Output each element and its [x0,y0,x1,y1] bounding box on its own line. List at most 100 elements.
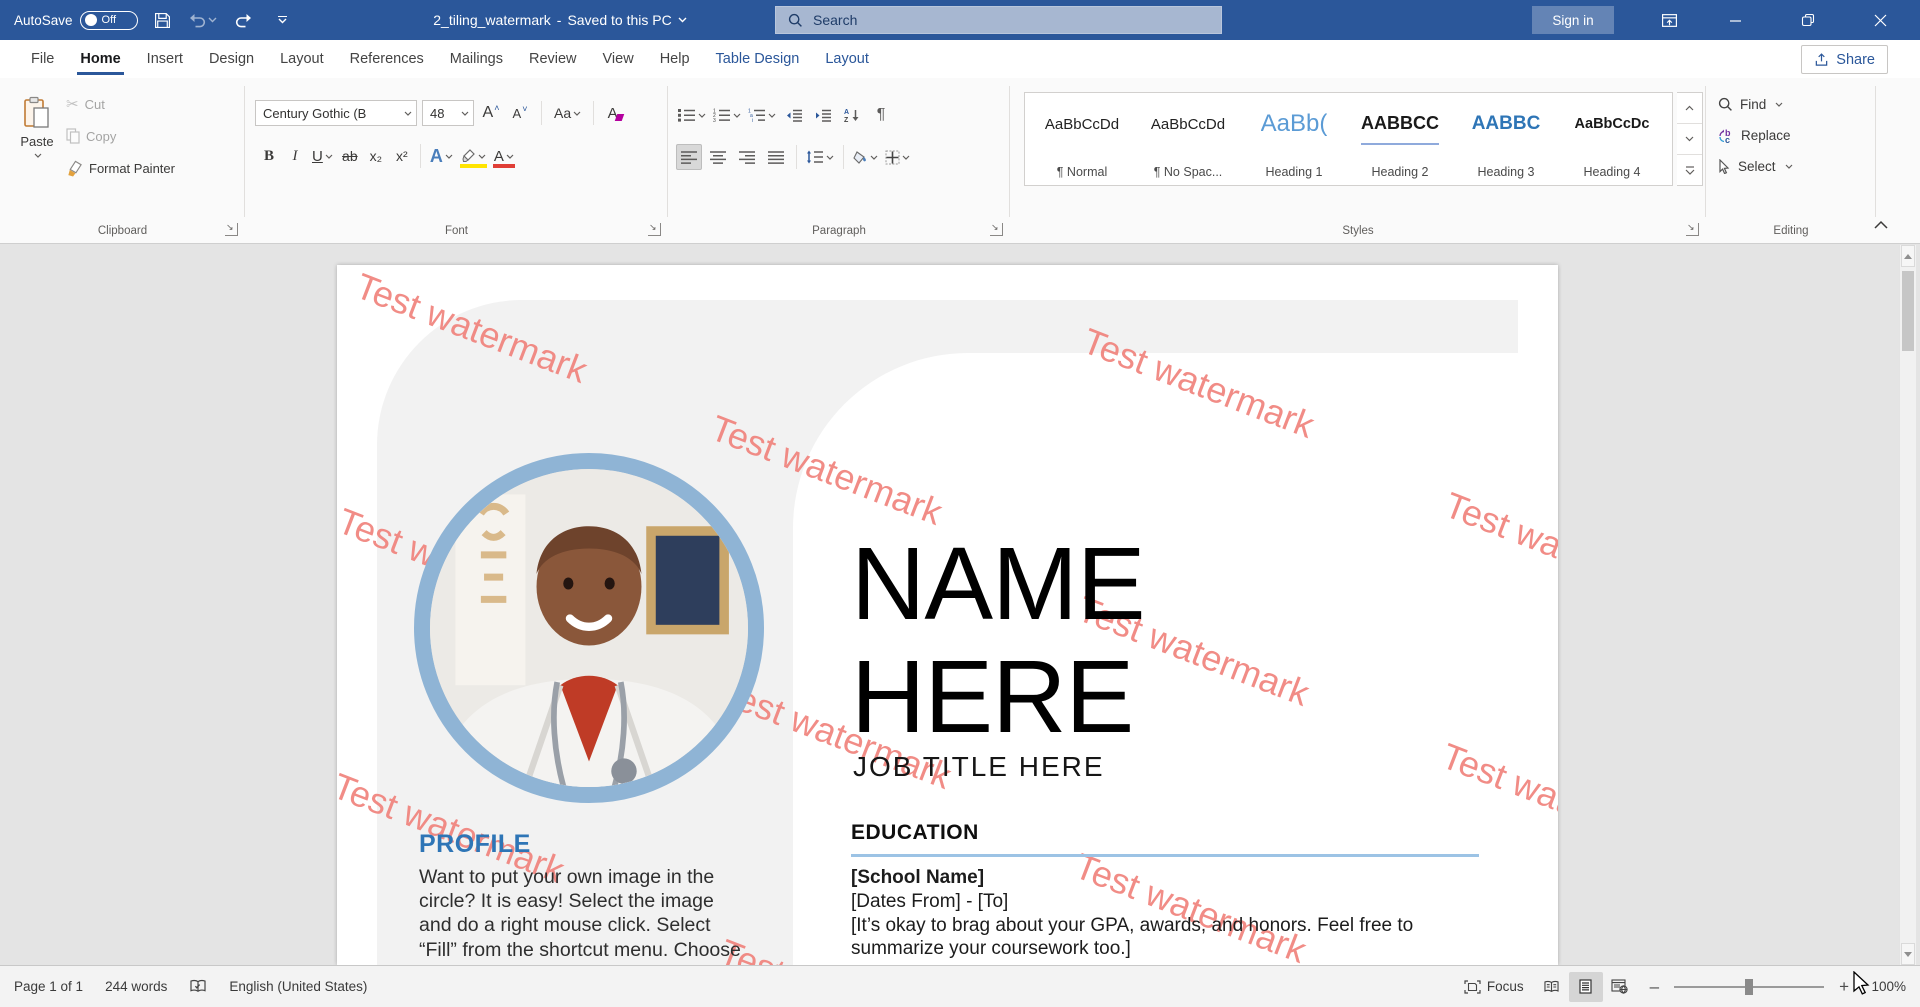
justify-button[interactable] [763,144,789,170]
profile-heading[interactable]: PROFILE [419,830,531,859]
decrease-indent-button[interactable] [781,102,807,128]
education-heading[interactable]: EDUCATION [851,821,979,845]
tab-review[interactable]: Review [516,40,590,78]
style--no-spac-[interactable]: AaBbCcDd¶ No Spac... [1137,99,1239,181]
scrollbar-thumb[interactable] [1902,271,1914,351]
education-description[interactable]: [It’s okay to brag about your GPA, award… [851,914,1413,960]
copy-button[interactable]: Copy [66,124,175,148]
styles-dialog-launcher[interactable] [1686,223,1699,236]
align-left-button[interactable] [676,144,702,170]
word-count[interactable]: 244 words [94,966,178,1007]
tab-help[interactable]: Help [647,40,703,78]
select-button[interactable]: Select [1718,154,1793,179]
vertical-scrollbar[interactable] [1899,245,1916,965]
show-hide-formatting-button[interactable]: ¶ [868,102,894,128]
shrink-font-button[interactable]: A ˅ [508,100,532,126]
scroll-down-button[interactable] [1901,943,1915,965]
styles-scroll-up-button[interactable] [1677,93,1702,123]
line-spacing-button[interactable] [804,144,836,170]
share-button[interactable]: Share [1801,45,1888,74]
minimize-button[interactable] [1713,0,1758,40]
underline-button[interactable]: U [309,143,336,169]
multilevel-list-button[interactable]: 1ai [746,102,778,128]
scroll-up-button[interactable] [1901,245,1915,267]
paragraph-dialog-launcher[interactable] [990,223,1003,236]
subscript-button[interactable]: x₂ [364,143,388,169]
bullets-button[interactable] [676,102,708,128]
proofing-status[interactable] [178,966,218,1007]
sign-in-button[interactable]: Sign in [1532,6,1614,34]
paste-button[interactable]: Paste [14,88,60,196]
shading-button[interactable] [851,144,880,170]
change-case-button[interactable]: Aa [551,100,584,126]
tab-references[interactable]: References [337,40,437,78]
font-dialog-launcher[interactable] [648,223,661,236]
style-heading-4[interactable]: AaBbCcDcHeading 4 [1561,99,1663,181]
profile-paragraph[interactable]: Want to put your own image in the circle… [419,865,741,965]
read-mode-button[interactable] [1535,972,1569,1002]
profile-photo[interactable] [414,453,764,803]
zoom-slider-track[interactable] [1674,986,1824,988]
education-dates[interactable]: [Dates From] - [To] [851,891,1008,913]
tab-home[interactable]: Home [67,40,133,78]
redo-button[interactable] [228,5,258,35]
zoom-slider-thumb[interactable] [1745,979,1753,995]
style--normal[interactable]: AaBbCcDd¶ Normal [1031,99,1133,181]
style-heading-1[interactable]: AaBb(Heading 1 [1243,99,1345,181]
tab-insert[interactable]: Insert [134,40,196,78]
page-indicator[interactable]: Page 1 of 1 [0,966,94,1007]
sort-button[interactable]: A Z [839,102,865,128]
bold-button[interactable]: B [257,143,281,169]
job-title[interactable]: JOB TITLE HERE [853,751,1105,783]
tab-file[interactable]: File [18,40,67,78]
borders-button[interactable] [883,144,912,170]
tab-layout[interactable]: Layout [267,40,337,78]
style-heading-3[interactable]: AABBCHeading 3 [1455,99,1557,181]
save-button[interactable] [148,5,178,35]
zoom-out-button[interactable]: – [1645,977,1664,997]
close-button[interactable] [1858,0,1903,40]
style-heading-2[interactable]: AABBCCHeading 2 [1349,99,1451,181]
language-indicator[interactable]: English (United States) [218,966,378,1007]
replace-button[interactable]: b c Replace [1718,123,1793,148]
undo-button[interactable] [188,5,218,35]
education-school[interactable]: [School Name] [851,867,984,889]
align-center-button[interactable] [705,144,731,170]
focus-mode-button[interactable]: Focus [1453,966,1535,1007]
styles-scroll-down-button[interactable] [1677,123,1702,154]
quick-access-toolbar-menu[interactable] [268,5,298,35]
web-layout-button[interactable] [1603,972,1637,1002]
print-layout-button[interactable] [1569,972,1603,1002]
autosave-pill[interactable]: Off [80,11,138,30]
font-size-combo[interactable]: 48 [422,100,474,126]
tab-layout[interactable]: Layout [812,40,882,78]
zoom-percentage[interactable]: 100% [1862,979,1906,994]
strikethrough-button[interactable]: ab [338,143,362,169]
clear-formatting-button[interactable]: A [603,100,627,126]
text-effects-button[interactable]: A [427,143,456,169]
document-title[interactable]: 2_tiling_watermark - Saved to this PC [320,0,800,40]
collapse-ribbon-button[interactable] [1870,215,1892,233]
increase-indent-button[interactable] [810,102,836,128]
font-name-combo[interactable]: Century Gothic (B [255,100,417,126]
name-heading[interactable]: NAME HERE [851,527,1145,753]
italic-button[interactable]: I [283,143,307,169]
grow-font-button[interactable]: A ˄ [479,100,503,126]
tab-view[interactable]: View [590,40,647,78]
tab-table-design[interactable]: Table Design [703,40,813,78]
search-input[interactable]: Search [775,6,1222,34]
document-page[interactable]: Test watermarkTest watermarkTest waterma… [337,265,1558,965]
restore-button[interactable] [1785,0,1830,40]
numbering-button[interactable]: 123 [711,102,743,128]
styles-gallery-expand-button[interactable] [1677,154,1702,185]
clipboard-dialog-launcher[interactable] [225,223,238,236]
tab-design[interactable]: Design [196,40,267,78]
autosave-toggle[interactable]: AutoSave Off [14,11,138,30]
superscript-button[interactable]: x² [390,143,414,169]
font-color-button[interactable]: A [491,143,517,169]
highlight-color-button[interactable] [458,143,489,169]
align-right-button[interactable] [734,144,760,170]
format-painter-button[interactable]: Format Painter [66,156,175,180]
zoom-in-button[interactable]: + [1834,977,1854,997]
cut-button[interactable]: ✂ Cut [66,92,175,116]
